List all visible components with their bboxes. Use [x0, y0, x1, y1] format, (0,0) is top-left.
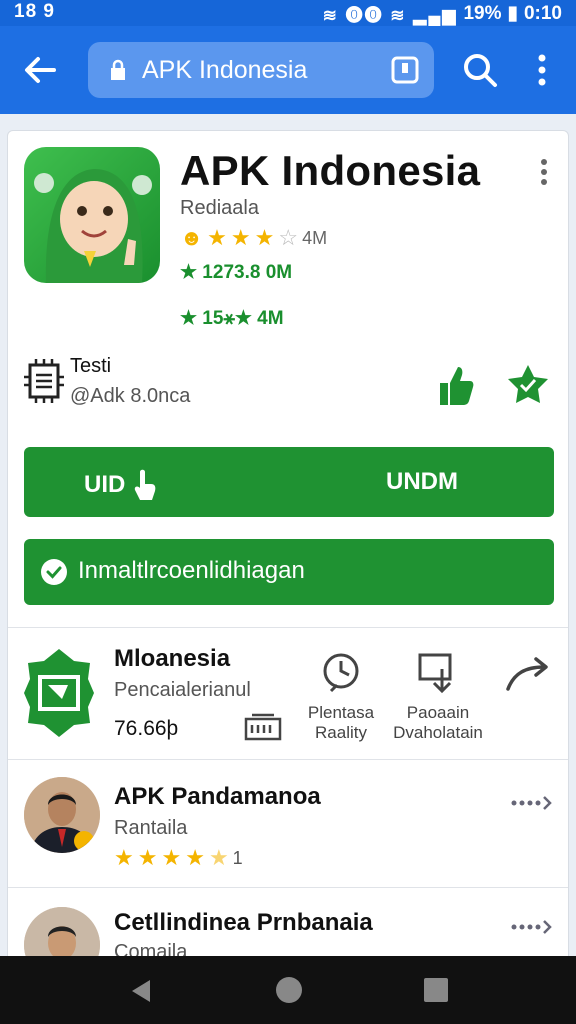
star-empty-icon: ☆: [278, 225, 299, 250]
divider: [8, 759, 568, 760]
more-arrow-icon[interactable]: [510, 917, 554, 937]
lock-icon: [111, 59, 125, 80]
list-item-title[interactable]: Cetllindinea Prnbanaia: [114, 909, 373, 937]
check-circle-icon: [41, 559, 67, 585]
battery-icon: ▮: [507, 3, 518, 24]
avatar[interactable]: [24, 777, 100, 853]
developer-name[interactable]: Rediaala: [180, 197, 259, 220]
star-icon: ★: [254, 225, 275, 250]
browser-toolbar: APK Indonesia: [0, 26, 576, 114]
review-stat: ★ 15⚹★ 4M: [180, 308, 284, 329]
more-options-icon[interactable]: [532, 155, 556, 189]
status-time: 18 9: [14, 1, 55, 22]
star-icon: ★: [161, 845, 182, 870]
nav-home-icon[interactable]: [276, 977, 302, 1003]
primary-action-button[interactable]: UID UNDM: [24, 447, 554, 517]
clock-icon: [323, 653, 359, 693]
download-stat: ★ 1273.8 0M: [180, 262, 293, 283]
star-icon: ★: [207, 225, 227, 250]
thumbs-up-icon[interactable]: [436, 363, 476, 407]
badge-star-icon[interactable]: [506, 363, 550, 407]
divider: [8, 887, 568, 888]
nav-back-icon[interactable]: [128, 978, 154, 1004]
nav-recents-icon[interactable]: [424, 978, 448, 1002]
info-title: Testi: [70, 355, 112, 377]
tap-hand-icon: [135, 469, 156, 500]
list-item-rating: ★ ★ ★ ★ ★ 1: [114, 845, 243, 871]
primary-left-label: UID: [84, 471, 126, 498]
action-download-line2: Dvaholatain: [393, 723, 483, 742]
install-label: Inmaltlrcoenlidhiagan: [78, 557, 305, 584]
chip-icon: [24, 359, 64, 403]
star-icon: ★: [114, 845, 134, 870]
featured-app-icon[interactable]: [24, 645, 94, 741]
mascot-icon: [34, 169, 152, 283]
app-icon: [24, 147, 160, 283]
back-arrow-icon[interactable]: [20, 50, 60, 90]
featured-title[interactable]: Mloanesia: [114, 645, 230, 673]
action-realtime-line2: Raality: [315, 723, 367, 742]
person-avatar-icon: [24, 777, 100, 853]
download-screen-icon: [418, 653, 452, 694]
search-icon[interactable]: [460, 50, 500, 90]
action-realtime-line1: Plentasa: [307, 703, 375, 722]
rating-count: 4M: [302, 227, 328, 248]
star-icon: ★: [185, 845, 205, 870]
star-icon: ☻: [180, 225, 204, 250]
action-realtime[interactable]: Plentasa Raality: [291, 651, 391, 743]
list-item-subtitle: Rantaila: [114, 817, 188, 839]
action-download[interactable]: Paoaain Dvaholatain: [388, 651, 488, 743]
primary-right-label: UNDM: [386, 468, 458, 495]
star-icon: ★: [230, 225, 251, 250]
star-half-icon: ★: [208, 845, 229, 870]
featured-subtitle: Pencaialerianul: [114, 679, 251, 701]
primary-left: UID: [84, 468, 157, 502]
app-card: APK Indonesia Rediaala ☻ ★ ★ ★ ☆ 4M ★ 12…: [7, 130, 569, 1024]
more-arrow-icon[interactable]: [510, 793, 554, 813]
star-icon: ★: [137, 845, 158, 870]
rating-count: 1: [232, 847, 243, 868]
url-text: APK Indonesia: [142, 56, 308, 84]
tabs-icon[interactable]: [390, 55, 420, 85]
address-bar[interactable]: APK Indonesia: [88, 42, 434, 98]
battery-percent: 19%: [463, 2, 502, 24]
rating-row: ☻ ★ ★ ★ ☆ 4M: [180, 225, 327, 251]
info-subtitle: @Adk 8.0nca: [70, 385, 191, 407]
overflow-menu-icon[interactable]: [528, 50, 556, 90]
action-download-line1: Paoaain: [406, 703, 470, 722]
signal-icon: ≋ ⓿⓿ ≋ ▂▄▆: [322, 6, 458, 25]
system-nav-bar: [0, 956, 576, 1024]
share-arrow-icon[interactable]: [504, 653, 554, 697]
status-icons: ≋ ⓿⓿ ≋ ▂▄▆ 19% ▮ 0:10: [323, 1, 562, 26]
list-item-title[interactable]: APK Pandamanoa: [114, 783, 321, 811]
clock: 0:10: [523, 2, 562, 24]
install-button[interactable]: Inmaltlrcoenlidhiagan: [24, 539, 554, 605]
app-title: APK Indonesia: [180, 147, 481, 194]
gallery-icon[interactable]: [244, 713, 282, 741]
divider: [8, 627, 568, 628]
featured-price: 76.66þ: [114, 717, 179, 740]
status-bar: 18 9 ≋ ⓿⓿ ≋ ▂▄▆ 19% ▮ 0:10: [0, 0, 576, 26]
